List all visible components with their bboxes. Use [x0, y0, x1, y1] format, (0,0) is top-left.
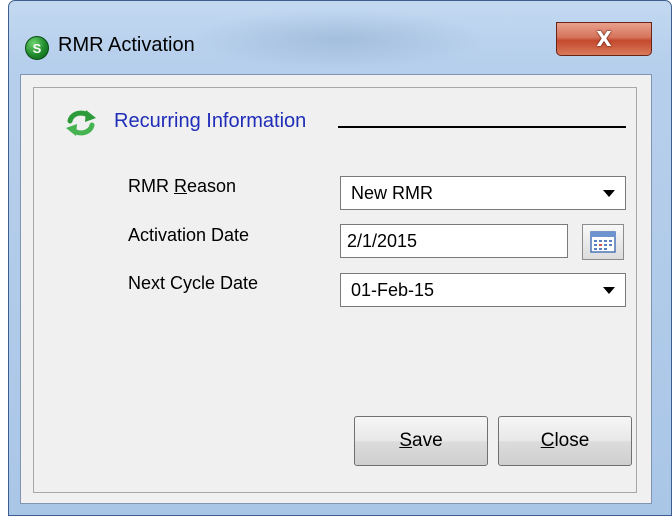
calendar-icon — [590, 231, 616, 253]
rmr-reason-dropdown[interactable]: New RMR — [340, 176, 626, 210]
app-logo-letter: S — [32, 40, 42, 56]
window-title: RMR Activation — [58, 34, 195, 56]
chevron-down-icon[interactable] — [595, 179, 623, 207]
section-title: Recurring Information — [114, 110, 307, 132]
refresh-icon — [66, 110, 96, 136]
chevron-down-icon[interactable] — [595, 276, 623, 304]
close-button-label: lose — [554, 430, 590, 451]
recurring-information-group: Recurring Information RMR Reason New RMR… — [33, 87, 637, 493]
save-button-accelerator: S — [399, 430, 413, 451]
save-button-label: ave — [412, 430, 443, 451]
close-icon: X — [596, 27, 612, 51]
section-divider — [338, 126, 626, 128]
rmr-reason-value: New RMR — [351, 183, 434, 203]
rmr-reason-label-suffix: eason — [187, 176, 237, 196]
app-logo-icon: S — [25, 36, 49, 60]
next-cycle-date-dropdown[interactable]: 01-Feb-15 — [340, 273, 626, 307]
next-cycle-date-value: 01-Feb-15 — [351, 280, 435, 300]
activation-date-value: 2/1/2015 — [347, 231, 418, 251]
calendar-button[interactable] — [582, 224, 624, 260]
close-button[interactable]: Close — [498, 416, 632, 466]
rmr-reason-label-accelerator: R — [174, 176, 187, 196]
window-close-button[interactable]: X — [556, 22, 652, 56]
rmr-reason-label: RMR Reason — [128, 176, 236, 197]
activation-date-label: Activation Date — [128, 225, 250, 245]
activation-date-input[interactable]: 2/1/2015 — [340, 224, 568, 258]
close-button-accelerator: C — [540, 430, 555, 451]
next-cycle-date-label: Next Cycle Date — [128, 273, 259, 293]
dialog-client-area: Recurring Information RMR Reason New RMR… — [20, 74, 652, 504]
title-bar-background — [189, 9, 489, 69]
save-button[interactable]: Save — [354, 416, 488, 466]
rmr-reason-label-prefix: RMR — [128, 176, 174, 196]
